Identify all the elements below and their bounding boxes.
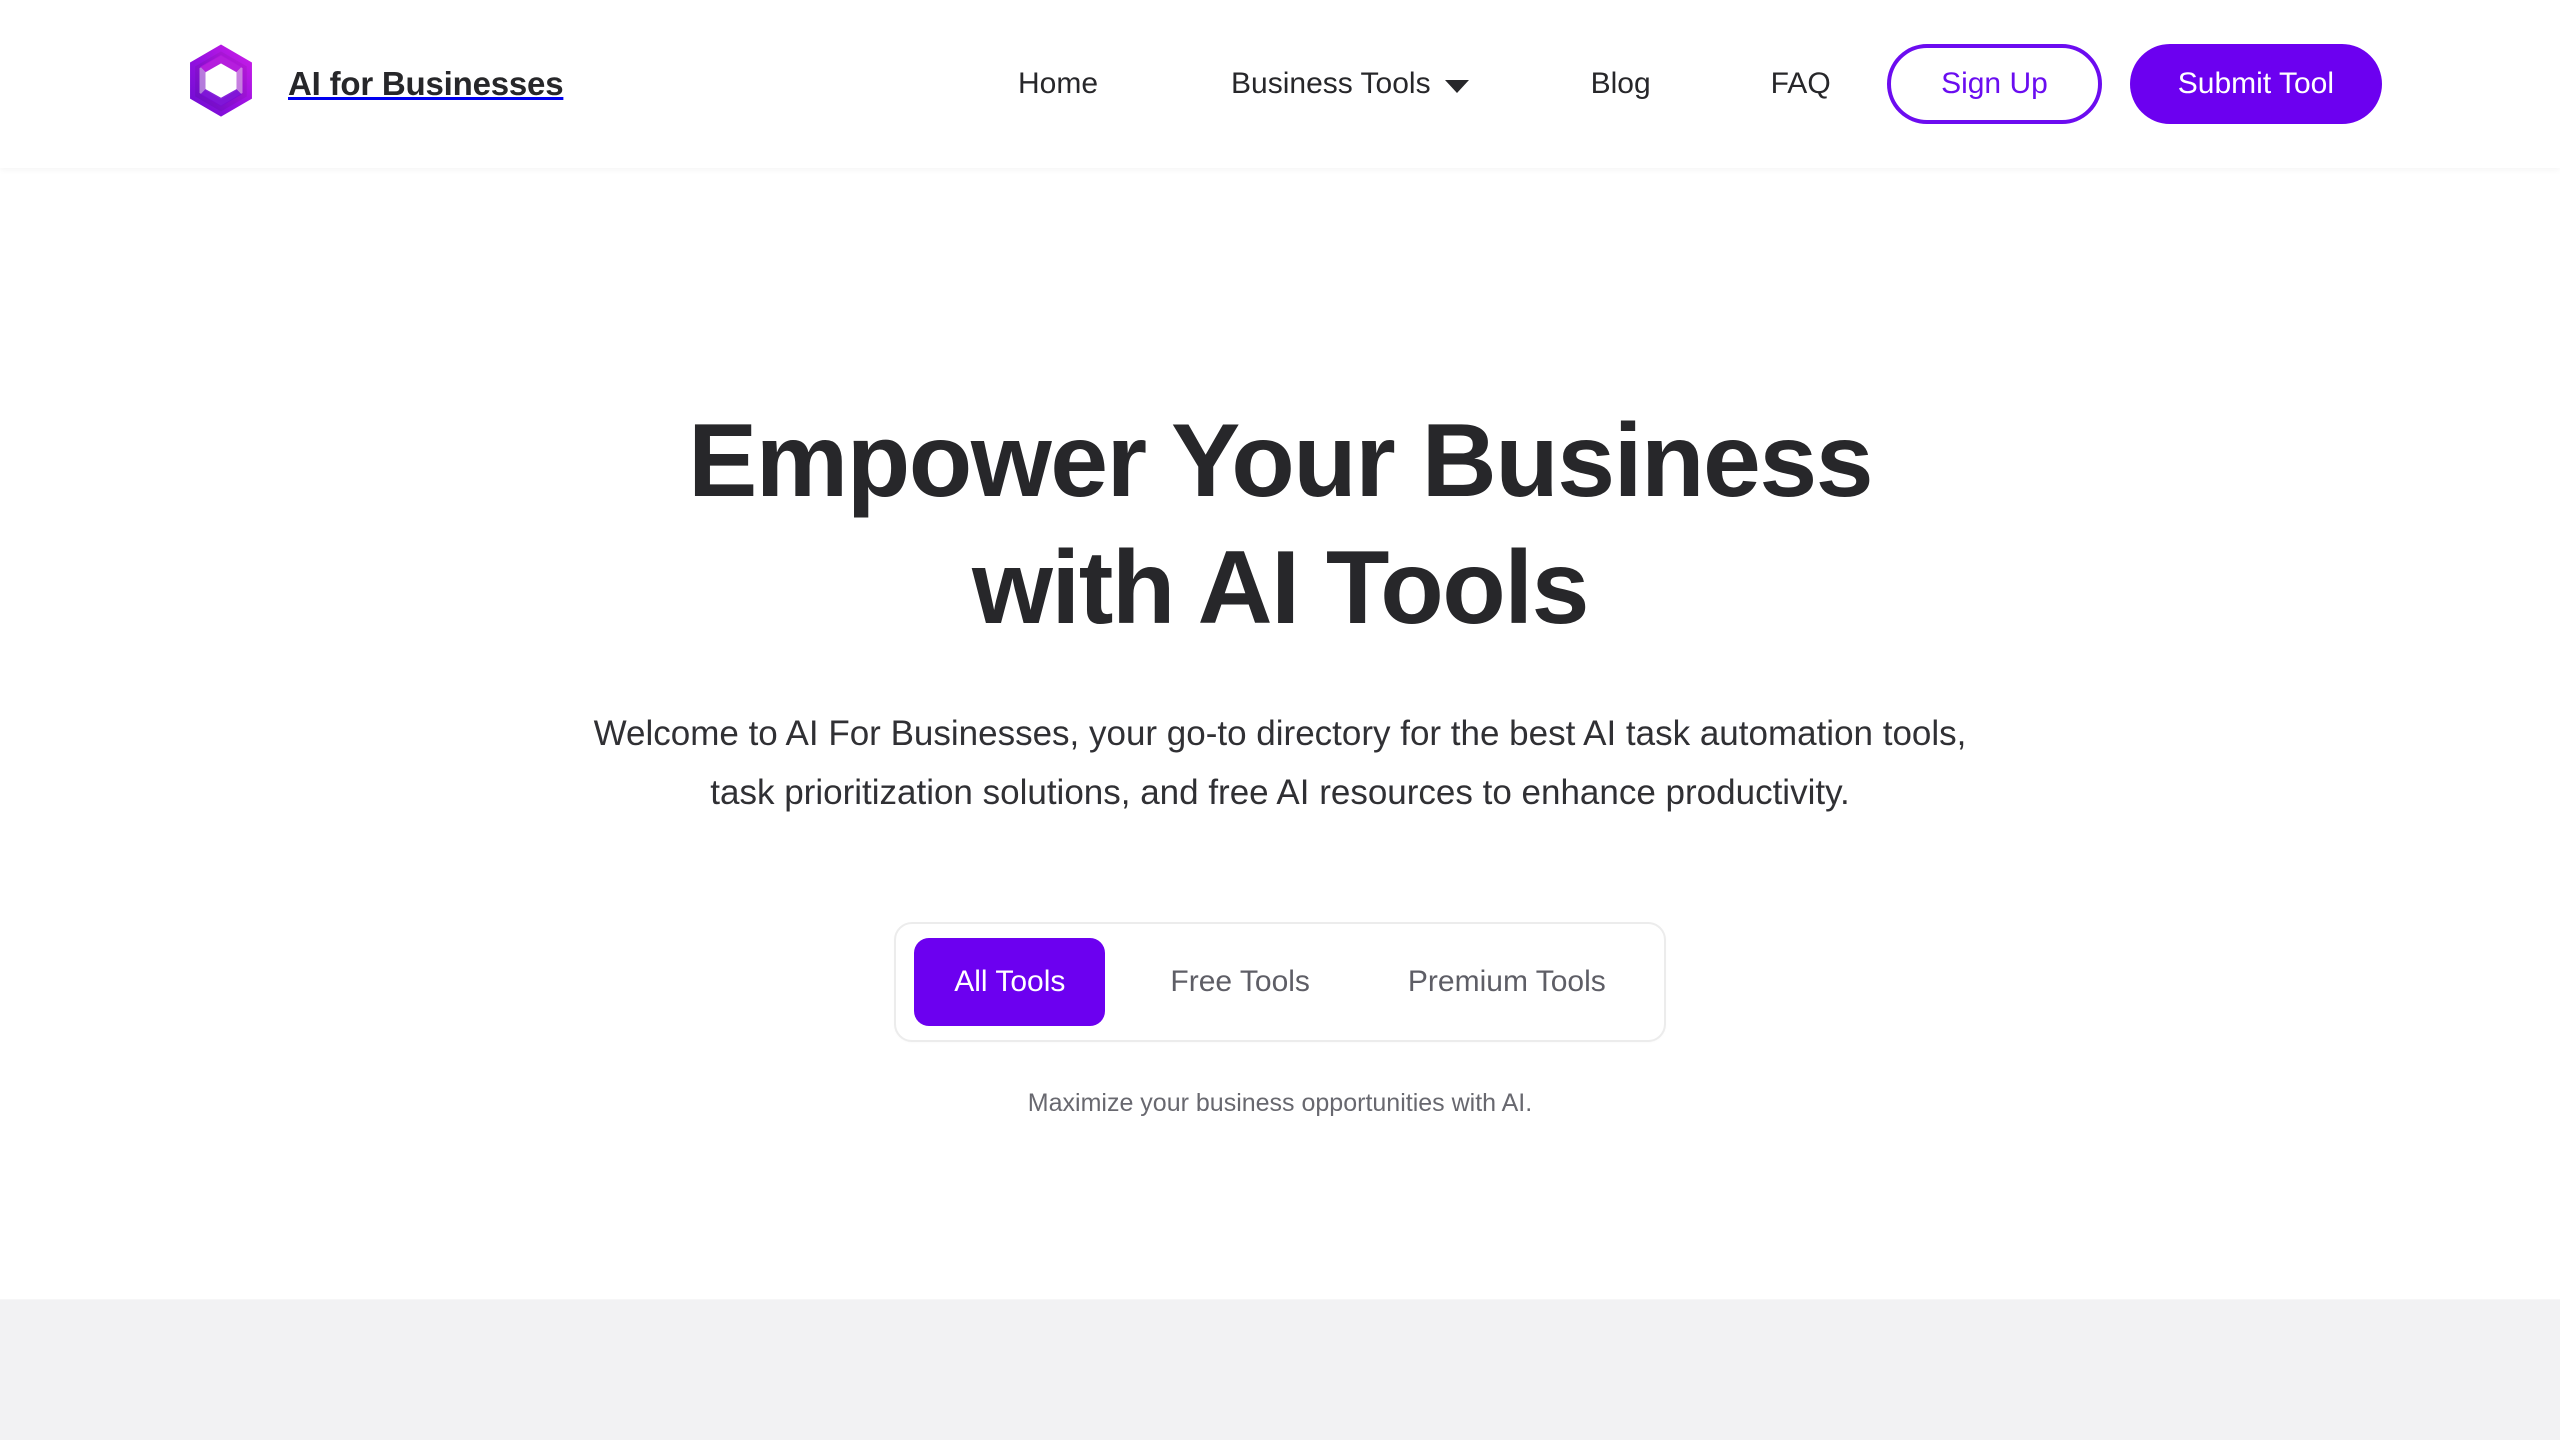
site-header: AI for Businesses Home Business Tools Bl… (0, 0, 2560, 168)
hexagon-loop-logo-icon (190, 44, 252, 117)
chevron-down-icon (1444, 79, 1469, 93)
sign-up-button[interactable]: Sign Up (1887, 44, 2102, 124)
nav-item-faq[interactable]: FAQ (1771, 67, 1831, 101)
tab-premium-tools[interactable]: Premium Tools (1368, 938, 1646, 1026)
nav-item-blog-label: Blog (1590, 67, 1651, 100)
nav-item-blog[interactable]: Blog (1591, 67, 1651, 101)
hero-section: Empower Your Business with AI Tools Welc… (0, 168, 2560, 1299)
nav-item-business-tools[interactable]: Business Tools (1231, 67, 1469, 101)
tool-filter-group: All Tools Free Tools Premium Tools (894, 922, 1666, 1043)
brand-home-link[interactable]: AI for Businesses (178, 41, 564, 127)
page-title-line-1: Empower Your Business (687, 403, 1874, 519)
nav-item-home[interactable]: Home (1018, 67, 1098, 101)
tab-all-tools[interactable]: All Tools (914, 938, 1106, 1027)
brand-name: AI for Businesses (288, 65, 564, 102)
page-title: Empower Your Business with AI Tools (687, 398, 1874, 652)
nav-item-business-tools-label: Business Tools (1231, 67, 1431, 100)
header-actions: Sign Up Submit Tool (1887, 0, 2382, 168)
next-section-band (0, 1299, 2560, 1440)
nav-item-faq-label: FAQ (1770, 67, 1831, 100)
hero-subtitle: Welcome to AI For Businesses, your go-to… (593, 713, 1967, 812)
main-navigation: Home Business Tools Blog FAQ (1018, 0, 1831, 168)
nav-item-home-label: Home (1018, 67, 1099, 100)
tab-free-tools[interactable]: Free Tools (1130, 938, 1350, 1026)
page-title-line-2: with AI Tools (972, 529, 1589, 646)
submit-tool-button[interactable]: Submit Tool (2129, 44, 2382, 124)
filter-caption: Maximize your business opportunities wit… (1027, 1089, 1533, 1118)
